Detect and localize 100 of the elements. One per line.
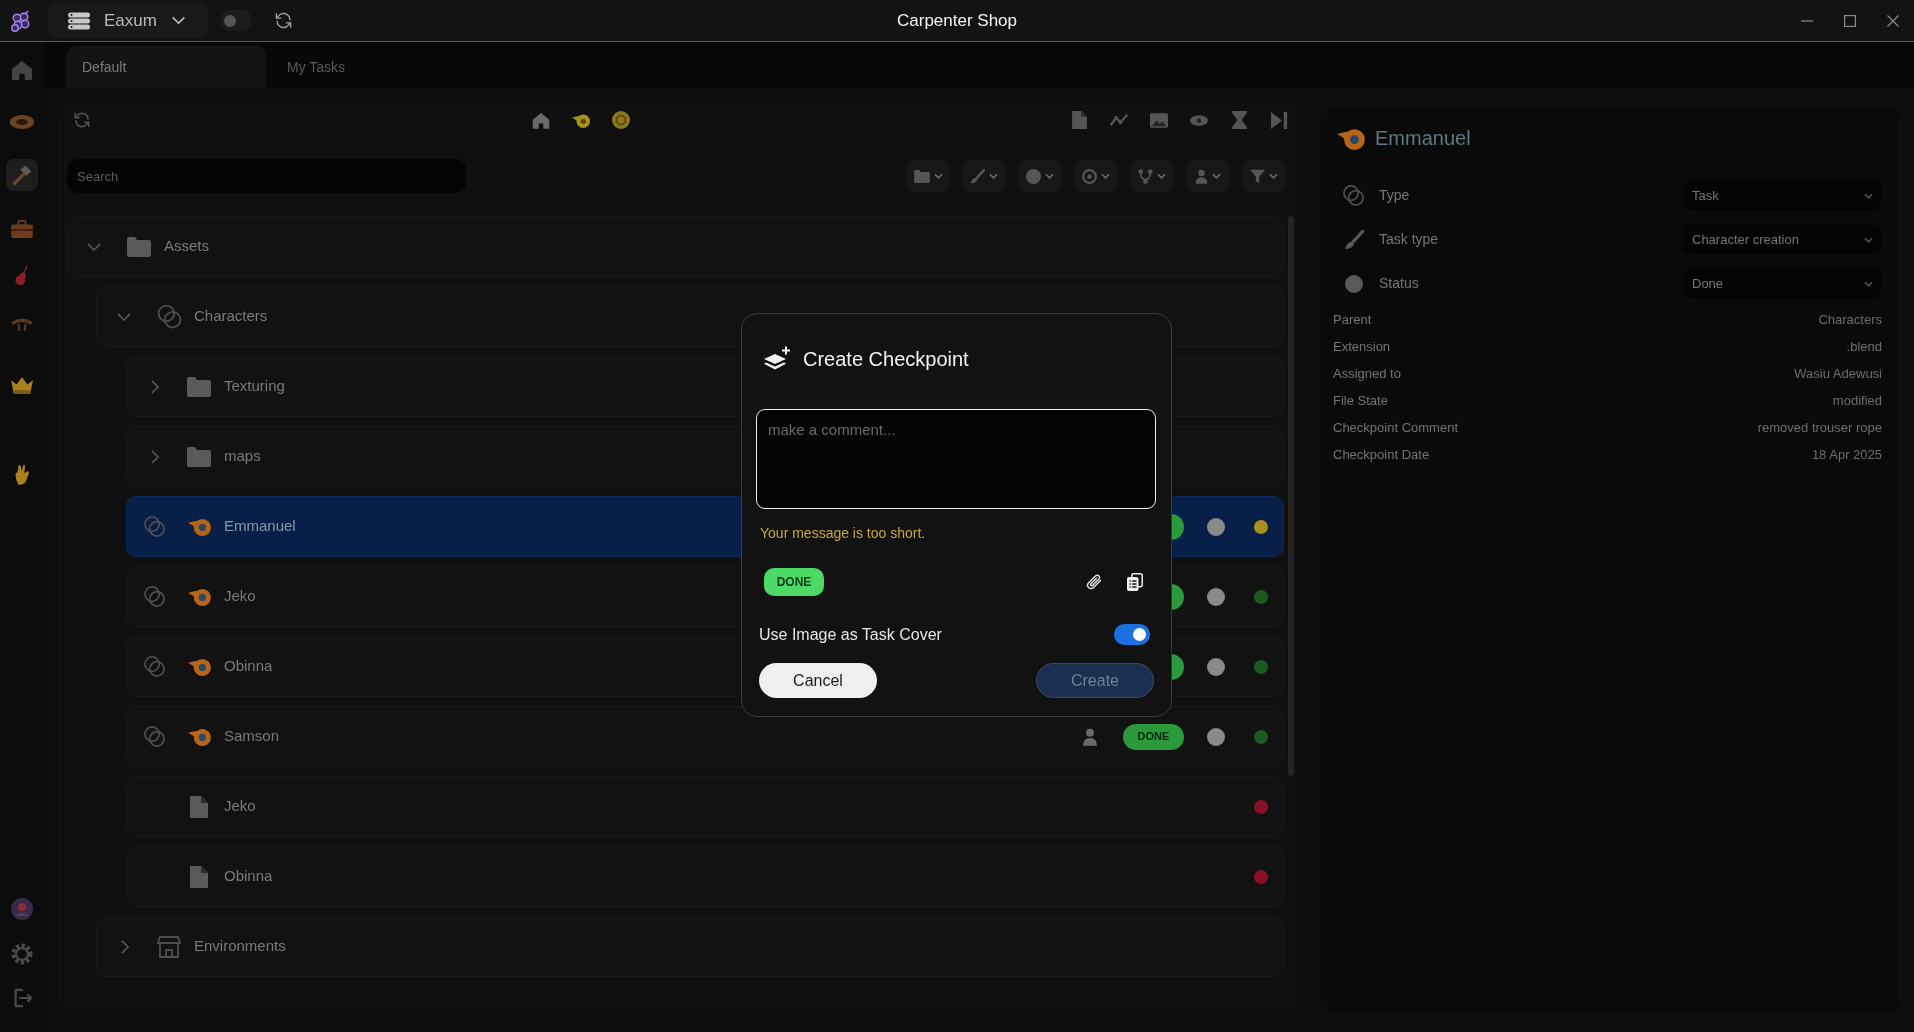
chevron-right-icon[interactable]	[149, 379, 159, 394]
skip-icon[interactable]	[1270, 111, 1288, 129]
tree-row[interactable]: Obinna	[126, 846, 1284, 907]
property-label: Assigned to	[1333, 364, 1401, 383]
refresh-icon[interactable]	[274, 11, 293, 30]
avatar-icon	[1207, 587, 1225, 606]
tab[interactable]: My Tasks	[271, 46, 471, 89]
user-icon	[1195, 168, 1208, 184]
workspace-dropdown[interactable]: Eaxum	[48, 3, 208, 38]
tree-row[interactable]: Samson DONE	[126, 706, 1284, 767]
logout-icon[interactable]	[12, 988, 32, 1008]
file-icon	[190, 795, 208, 818]
chevron-down-icon	[1157, 173, 1166, 179]
paperclip-icon[interactable]	[1085, 573, 1103, 591]
hourglass-icon[interactable]	[1231, 111, 1247, 129]
filter-dropdown[interactable]	[1074, 160, 1118, 192]
item-title: Emmanuel	[1375, 126, 1471, 151]
chevron-right-icon[interactable]	[149, 449, 159, 464]
clipboard-list-icon[interactable]	[1127, 573, 1143, 591]
minimize-icon	[1801, 19, 1813, 22]
comment-field[interactable]: make a comment...	[756, 409, 1156, 509]
property-label: Extension	[1333, 337, 1391, 356]
avatar-icon	[1207, 657, 1225, 676]
filter-dropdown[interactable]	[1242, 160, 1286, 192]
field-label: Type	[1379, 186, 1410, 205]
property-label: Checkpoint Date	[1333, 445, 1430, 464]
avatar-icon[interactable]	[11, 898, 33, 920]
property-value: removed trouser rope	[1757, 418, 1882, 437]
cancel-button[interactable]: Cancel	[759, 663, 877, 698]
eye-icon[interactable]	[1190, 114, 1208, 126]
chevron-down-icon	[1212, 173, 1221, 179]
avatar-icon	[1207, 517, 1225, 536]
filter-dropdown[interactable]	[962, 160, 1006, 192]
ring-icon	[187, 587, 211, 606]
ring-icon	[187, 727, 211, 746]
chevron-down-icon[interactable]	[117, 312, 131, 321]
filter-icon	[1250, 168, 1265, 184]
dropdown[interactable]: Character creation	[1684, 225, 1881, 254]
dropdown[interactable]: Done	[1684, 269, 1881, 298]
status-badge[interactable]: DONE	[1123, 723, 1184, 750]
chevron-right-icon[interactable]	[119, 939, 129, 954]
field-label: Task type	[1379, 230, 1439, 249]
tree-label: Characters	[194, 306, 268, 327]
home-icon[interactable]	[532, 111, 550, 129]
filter-dropdown[interactable]	[1130, 160, 1174, 192]
chevron-down-icon	[171, 16, 186, 25]
circle-icon	[1026, 168, 1041, 184]
field-label: Status	[1379, 274, 1419, 293]
toolbox-icon	[11, 220, 33, 238]
user-icon[interactable]	[1083, 727, 1097, 746]
coin-icon[interactable]	[612, 111, 630, 129]
tree-label: Obinna	[224, 866, 273, 887]
server-icon	[67, 11, 91, 30]
crown-icon	[11, 376, 33, 394]
circles-icon	[143, 586, 165, 607]
folder-icon	[127, 236, 151, 257]
circle-icon	[1344, 274, 1363, 293]
toggle-switch[interactable]	[220, 10, 252, 31]
tab[interactable]: Default	[66, 46, 266, 89]
circles-icon	[143, 656, 165, 677]
filter-dropdown[interactable]	[1186, 160, 1230, 192]
chevron-down-icon	[1045, 173, 1054, 179]
tree-label: Jeko	[224, 796, 256, 817]
property-value: modified	[1832, 391, 1882, 410]
circles-icon	[143, 726, 165, 747]
graph-icon[interactable]	[1110, 113, 1128, 127]
status-badge[interactable]: DONE	[764, 568, 824, 596]
folder-icon	[187, 376, 211, 397]
file-icon[interactable]	[1071, 111, 1087, 129]
chevron-down-icon	[933, 173, 943, 179]
tree-row[interactable]: Jeko	[126, 776, 1284, 837]
property-label: File State	[1333, 391, 1388, 410]
store-icon	[157, 935, 181, 958]
chevron-down-icon[interactable]	[87, 242, 101, 251]
file-icon	[190, 865, 208, 888]
hammer-icon	[11, 164, 33, 186]
property-label: Checkpoint Comment	[1333, 418, 1458, 437]
toggle-switch[interactable]	[1114, 624, 1150, 645]
circles-icon	[143, 516, 165, 537]
dropdown[interactable]: Task	[1684, 181, 1881, 210]
image-icon[interactable]	[1150, 112, 1168, 128]
filter-dropdown[interactable]	[1018, 160, 1062, 192]
chevron-down-icon	[989, 173, 998, 179]
folder-icon	[913, 169, 930, 183]
nav-button[interactable]	[6, 159, 38, 191]
tree-row[interactable]: Assets	[66, 216, 1284, 277]
ring-icon	[187, 657, 211, 676]
tree-row[interactable]: Environments	[96, 916, 1284, 977]
tree-label: Texturing	[224, 376, 285, 397]
brush-icon	[1343, 229, 1364, 250]
eye-icon	[10, 115, 34, 129]
property-value: Characters	[1818, 310, 1882, 329]
circles-icon	[1343, 185, 1364, 206]
ring-icon[interactable]	[572, 112, 590, 128]
search-field[interactable]: Search	[67, 159, 466, 193]
filter-dropdown[interactable]	[906, 160, 950, 192]
circles-icon	[156, 304, 182, 329]
branch-icon	[1138, 168, 1153, 184]
settings-icon[interactable]	[11, 943, 33, 965]
chevron-down-icon	[1864, 236, 1873, 243]
